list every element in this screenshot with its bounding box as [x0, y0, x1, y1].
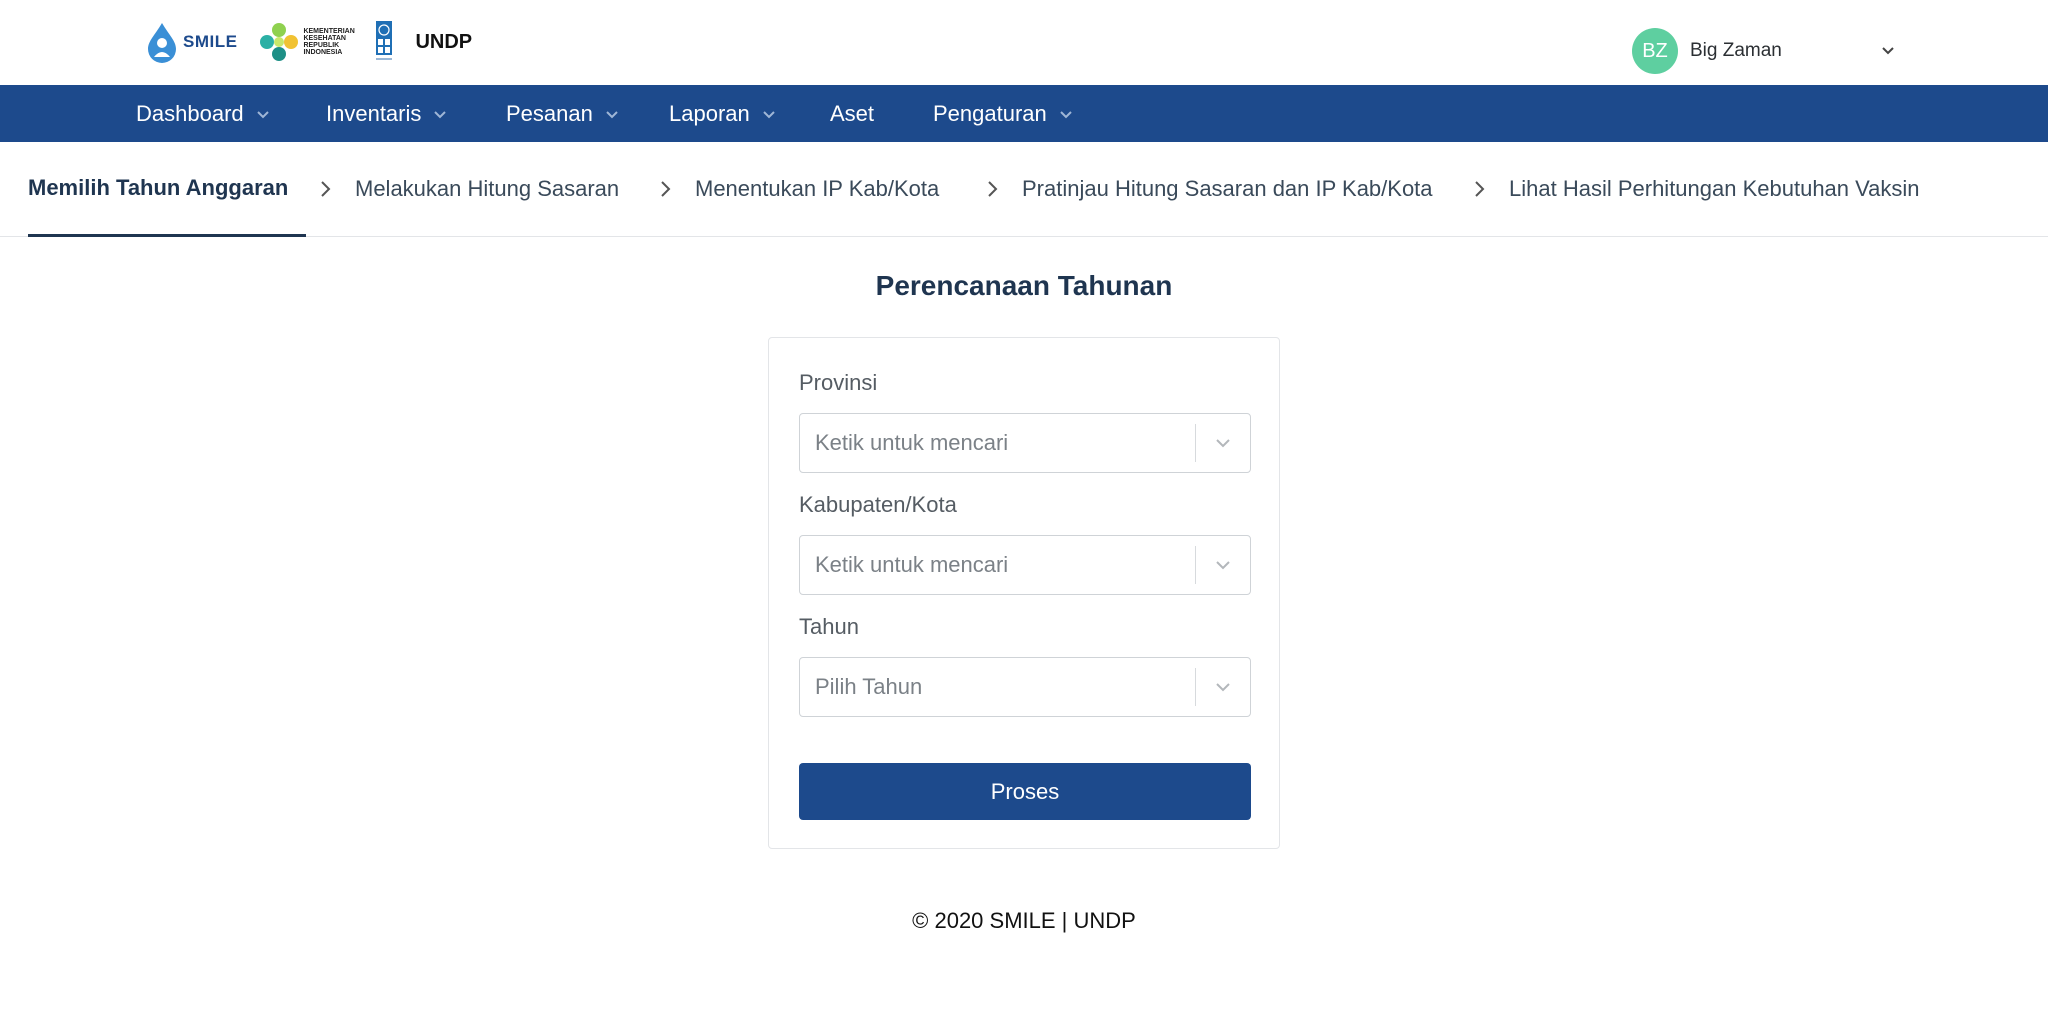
select-arrow[interactable]	[1196, 556, 1250, 574]
smile-logo-word: SMILE	[183, 32, 238, 51]
chevron-down-icon[interactable]	[1880, 42, 1896, 58]
chevron-down-icon	[434, 110, 447, 118]
nav-item-label: Laporan	[669, 100, 750, 126]
chevron-right-icon	[1475, 181, 1485, 197]
chevron-down-icon	[763, 110, 775, 118]
logo-group: SMILE KEMENTERIAN KESEHATAN REPUBLIK IND…	[145, 20, 472, 64]
kemkes-logo-icon	[260, 23, 299, 61]
nav-item-dashboard[interactable]: Dashboard	[136, 85, 270, 142]
step-lihat-hasil[interactable]: Lihat Hasil Perhitungan Kebutuhan Vaksin	[1509, 142, 1920, 236]
nav-item-pesanan[interactable]: Pesanan	[506, 85, 619, 142]
step-pratinjau[interactable]: Pratinjau Hitung Sasaran dan IP Kab/Kota	[1022, 142, 1433, 236]
smile-logo-icon	[148, 23, 176, 63]
tahun-placeholder: Pilih Tahun	[815, 674, 923, 699]
nav-item-inventaris[interactable]: Inventaris	[326, 85, 447, 142]
select-arrow[interactable]	[1196, 434, 1250, 452]
nav-item-label: Aset	[830, 100, 875, 126]
form-card: Provinsi Ketik untuk mencari Kabupaten/K…	[768, 337, 1280, 849]
undp-logo[interactable]	[375, 21, 393, 63]
top-header: SMILE KEMENTERIAN KESEHATAN REPUBLIK IND…	[0, 0, 2048, 85]
chevron-down-icon	[1060, 110, 1072, 118]
step-melakukan-hitung-sasaran[interactable]: Melakukan Hitung Sasaran	[355, 142, 619, 236]
provinsi-label: Provinsi	[799, 370, 878, 395]
step-label: Lihat Hasil Perhitungan Kebutuhan Vaksin	[1509, 176, 1920, 201]
step-label: Memilih Tahun Anggaran	[28, 175, 289, 200]
step-label: Pratinjau Hitung Sasaran dan IP Kab/Kota	[1022, 176, 1433, 201]
avatar[interactable]: BZ	[1632, 28, 1678, 74]
smile-logo[interactable]: SMILE	[145, 21, 237, 63]
page-title: Perencanaan Tahunan	[875, 270, 1173, 301]
nav-item-aset[interactable]: Aset	[830, 85, 874, 142]
undp-text: UNDP	[415, 30, 473, 53]
step-label: Menentukan IP Kab/Kota	[695, 176, 940, 201]
tahun-label: Tahun	[799, 614, 859, 639]
chevron-right-icon	[661, 181, 671, 197]
nav-item-laporan[interactable]: Laporan	[669, 85, 776, 142]
chevron-down-icon	[1216, 561, 1230, 570]
undp-logo-icon	[376, 21, 393, 60]
main-nav: Dashboard Inventaris Pesanan Laporan Ase…	[0, 85, 2048, 142]
step-memilih-tahun-anggaran[interactable]: Memilih Tahun Anggaran	[28, 142, 307, 237]
nav-item-label: Inventaris	[326, 100, 422, 126]
step-tabs: Memilih Tahun Anggaran Melakukan Hitung …	[0, 142, 2048, 237]
chevron-down-icon	[256, 110, 269, 118]
chevron-right-icon	[321, 181, 331, 197]
user-name[interactable]: Big Zaman	[1690, 40, 1782, 62]
nav-item-label: Pesanan	[506, 100, 593, 126]
chevron-down-icon	[1216, 683, 1230, 692]
tahun-select[interactable]: Pilih Tahun	[799, 657, 1251, 717]
select-arrow[interactable]	[1196, 678, 1250, 696]
step-menentukan-ip[interactable]: Menentukan IP Kab/Kota	[695, 142, 939, 236]
chevron-right-icon	[988, 181, 998, 197]
provinsi-select[interactable]: Ketik untuk mencari	[799, 413, 1251, 473]
provinsi-placeholder: Ketik untuk mencari	[815, 430, 1009, 455]
user-menu[interactable]: BZ Big Zaman	[1632, 28, 1894, 74]
kabupaten-select[interactable]: Ketik untuk mencari	[799, 535, 1251, 595]
footer-copyright: © 2020 SMILE | UNDP	[912, 908, 1136, 933]
step-label: Melakukan Hitung Sasaran	[355, 176, 620, 201]
kabupaten-placeholder: Ketik untuk mencari	[815, 552, 1009, 577]
nav-item-label: Dashboard	[136, 100, 244, 126]
nav-item-pengaturan[interactable]: Pengaturan	[933, 85, 1073, 142]
nav-item-label: Pengaturan	[933, 100, 1047, 126]
proses-button[interactable]: Proses	[799, 763, 1251, 820]
kabupaten-label: Kabupaten/Kota	[799, 492, 957, 517]
kemkes-logo[interactable]: KEMENTERIAN KESEHATAN REPUBLIK INDONESIA	[259, 22, 355, 62]
chevron-down-icon	[1216, 439, 1230, 448]
kemkes-logo-text: KEMENTERIAN KESEHATAN REPUBLIK INDONESIA	[303, 28, 355, 56]
chevron-down-icon	[606, 110, 618, 118]
